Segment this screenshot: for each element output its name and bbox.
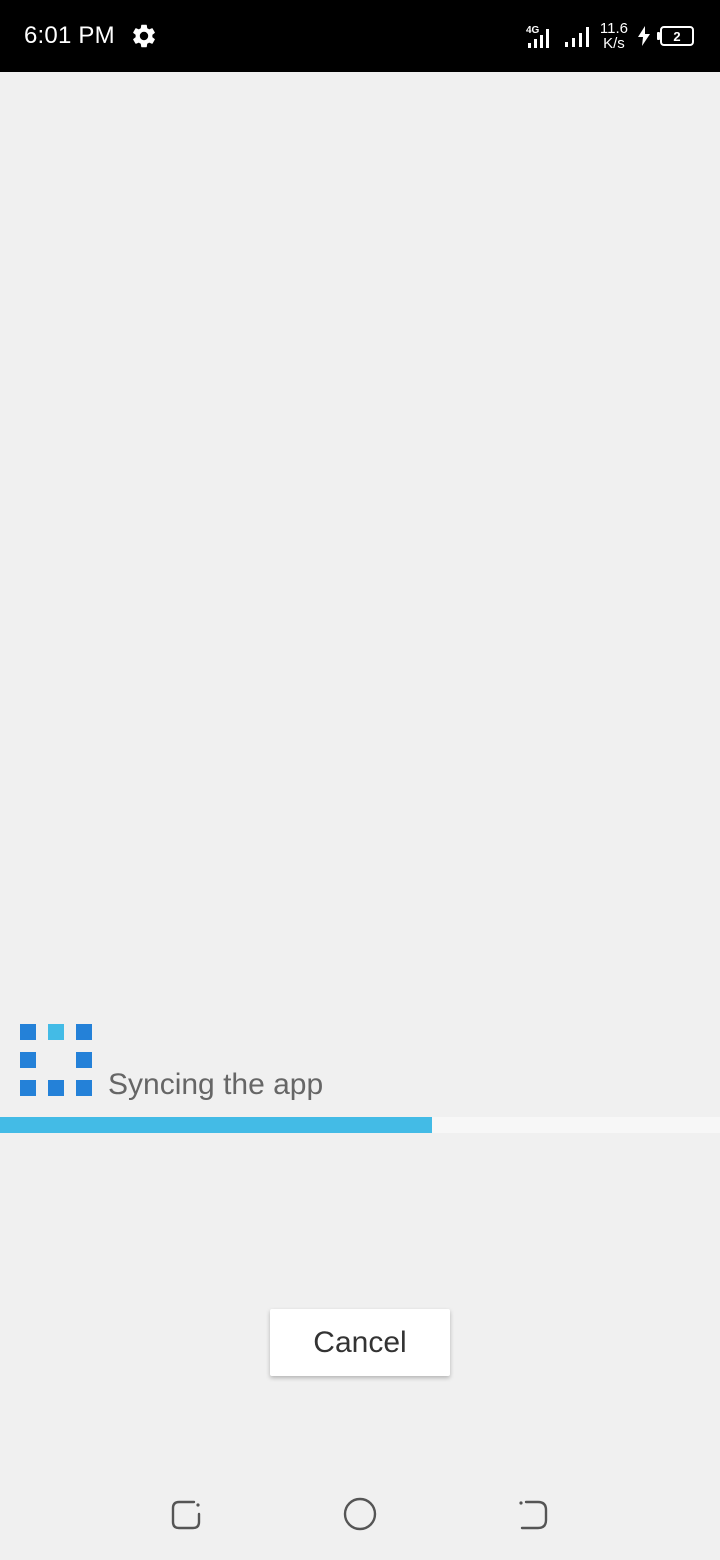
status-indicators: 4G 11.6 K/s 2 [526,16,694,56]
network-type-label: 4G [526,25,540,36]
progress-bar [0,1117,720,1133]
network-speed: 11.6 K/s [600,21,628,51]
battery-icon: 2 [657,26,694,46]
battery-level: 2 [673,28,681,44]
network-speed-value: 11.6 [599,20,628,37]
cancel-button[interactable]: Cancel [270,1309,450,1376]
signal-icon [564,27,589,47]
signal-4g-icon: 4G [526,25,549,48]
loading-spinner-icon [20,1024,92,1096]
progress-fill [0,1117,432,1133]
gear-icon [133,24,155,48]
back-icon[interactable] [512,1492,556,1536]
home-icon[interactable] [338,1492,382,1536]
charging-icon [638,26,650,46]
navigation-bar [0,1470,720,1560]
status-time: 6:01 PM [24,22,115,49]
network-speed-unit: K/s [603,35,625,52]
status-bar: 6:01 PM 4G 11.6 K/s 2 [0,0,720,72]
sync-message: Syncing the app [108,1068,324,1101]
recents-icon[interactable] [164,1492,208,1536]
